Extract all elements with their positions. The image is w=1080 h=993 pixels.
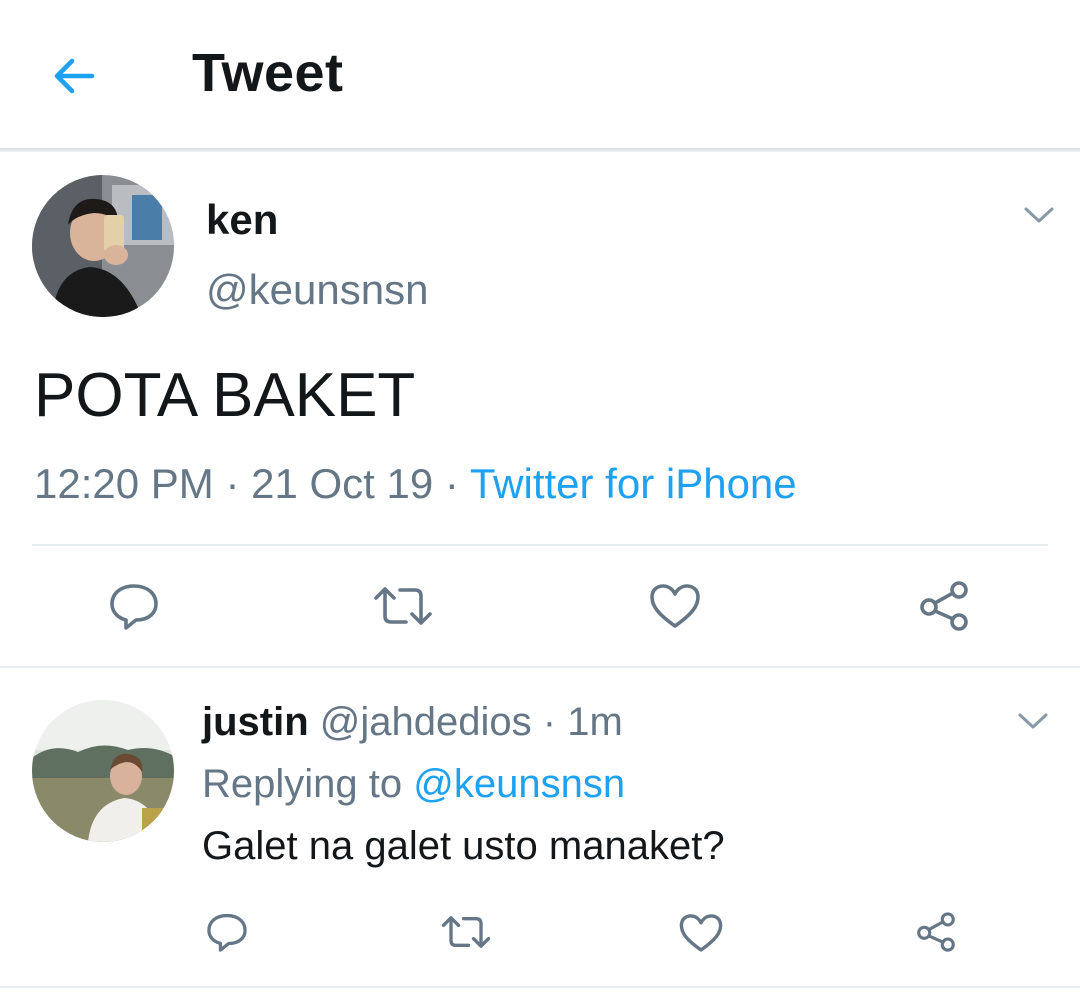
like-icon — [679, 914, 723, 952]
share-icon — [917, 912, 955, 952]
tweet-meta: 12:20 PM · 21 Oct 19 · Twitter for iPhon… — [34, 460, 797, 508]
divider — [0, 666, 1080, 668]
reply-icon — [110, 584, 158, 630]
replying-to-label: Replying to — [202, 762, 403, 806]
like-icon — [650, 584, 700, 628]
reply-text: Galet na galet usto manaket? — [202, 824, 725, 868]
header-divider — [0, 148, 1080, 152]
share-button[interactable] — [916, 578, 972, 634]
tweet-date: 21 Oct 19 — [251, 460, 434, 507]
tweet-text: POTA BAKET — [34, 361, 416, 430]
back-button[interactable] — [48, 50, 100, 102]
like-button[interactable] — [648, 582, 702, 630]
reply-age: 1m — [567, 700, 623, 744]
tweet-time: 12:20 PM — [34, 460, 214, 507]
reply-button[interactable] — [204, 910, 250, 954]
replying-to-mention[interactable]: @keunsnsn — [413, 762, 625, 806]
page-title: Tweet — [192, 43, 344, 103]
meta-separator: · — [444, 460, 459, 507]
chevron-down-icon — [1018, 713, 1048, 729]
tweet-source-link[interactable]: Twitter for iPhone — [470, 460, 797, 507]
retweet-button[interactable] — [440, 912, 492, 952]
divider — [0, 986, 1080, 988]
app-header: Tweet — [0, 0, 1080, 148]
retweet-button[interactable] — [372, 582, 434, 630]
arrow-left-icon — [54, 58, 95, 94]
share-button[interactable] — [914, 910, 958, 954]
meta-separator: · — [542, 700, 557, 744]
reply-button[interactable] — [106, 580, 162, 632]
avatar[interactable] — [32, 700, 174, 842]
avatar[interactable] — [32, 175, 174, 317]
tweet-menu-button[interactable] — [1022, 204, 1056, 226]
replying-to: Replying to @keunsnsn — [202, 762, 625, 807]
author-handle[interactable]: @keunsnsn — [206, 266, 428, 314]
divider — [32, 544, 1048, 546]
retweet-icon — [441, 916, 491, 948]
reply-author-handle[interactable]: @jahdedios — [320, 700, 532, 744]
meta-separator: · — [225, 460, 240, 507]
share-icon — [920, 581, 968, 631]
reply-menu-button[interactable] — [1016, 710, 1050, 732]
chevron-down-icon — [1024, 207, 1054, 223]
reply-author-name[interactable]: justin — [202, 700, 309, 744]
like-button[interactable] — [678, 912, 724, 954]
retweet-icon — [374, 587, 432, 625]
reply-icon — [207, 913, 247, 952]
reply-header: justin @jahdedios · 1m — [202, 700, 623, 745]
author-name[interactable]: ken — [206, 196, 278, 244]
